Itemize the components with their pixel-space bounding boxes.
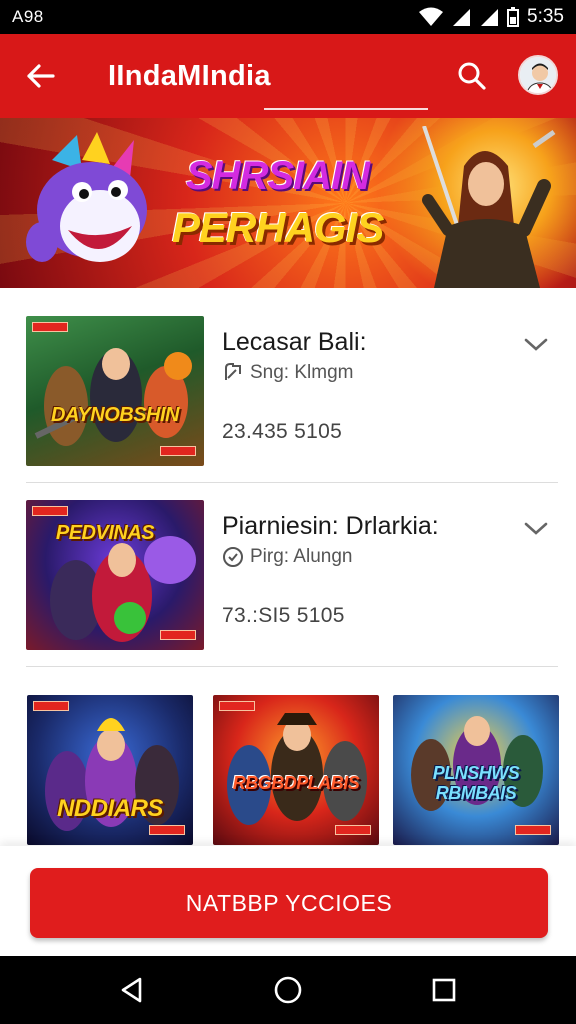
banner-title-line2: PERHAGIS <box>172 204 384 251</box>
link-icon <box>225 363 241 380</box>
grid-card-label: PLNSHWS RBMBAIS <box>432 763 520 803</box>
status-bar: A98 5:35 <box>0 0 576 34</box>
arrow-left-icon <box>27 64 55 88</box>
mascot-character-icon <box>26 132 147 262</box>
thumbnail-tag <box>160 630 196 640</box>
grid-card[interactable]: NDDIARS <box>27 695 193 845</box>
nav-back-button[interactable] <box>112 970 152 1010</box>
app-bar: IIndaMIndia <box>0 34 576 118</box>
wifi-icon <box>419 7 444 26</box>
item-name: Lecasar Bali: <box>222 328 367 356</box>
title-underline <box>264 108 428 110</box>
nav-home-button[interactable] <box>268 970 308 1010</box>
search-icon <box>458 62 486 90</box>
item-meta-text: Pirg: Alungn <box>250 546 353 567</box>
grid-card[interactable]: RBGBDPLABIS <box>213 695 379 845</box>
circle-home-icon <box>274 976 302 1004</box>
system-nav-bar <box>0 956 576 1024</box>
grid-card[interactable]: PLNSHWS RBMBAIS <box>393 695 559 845</box>
square-recents-icon <box>432 978 456 1002</box>
banner-title-line1: SHRSIAIN <box>186 154 370 198</box>
grid-card-label: NDDIARS <box>57 795 163 822</box>
list-divider <box>26 482 558 483</box>
signal-icon <box>453 9 471 26</box>
thumbnail-tag <box>33 701 69 711</box>
game-thumbnail: PEDVINAS <box>26 500 204 650</box>
avatar-icon <box>520 57 556 93</box>
status-left-text: A98 <box>12 7 44 26</box>
thumbnail-label: DAYNOBSHIN <box>51 404 179 426</box>
item-name: Piarniesin: Drlarkia: <box>222 512 439 540</box>
chevron-down-icon[interactable] <box>522 516 550 540</box>
chevron-down-icon[interactable] <box>522 332 550 356</box>
characters-art <box>227 713 367 825</box>
characters-art <box>34 348 192 446</box>
thumbnail-tag <box>160 446 196 456</box>
item-stats: 73.:SI5 5105 <box>222 604 345 627</box>
primary-action-button[interactable]: NATBBP YCCIOES <box>30 868 548 938</box>
list-divider <box>26 666 558 667</box>
clock-icon <box>223 547 243 567</box>
item-meta: Pirg: Alungn <box>222 546 352 568</box>
list-item[interactable]: PEDVINAS Piarniesin: Drlarkia: Pirg: Alu… <box>26 500 550 650</box>
thumbnail-tag <box>335 825 371 835</box>
thumbnail-tag <box>149 825 185 835</box>
thumbnail-tag <box>32 322 68 332</box>
back-button[interactable] <box>0 34 80 118</box>
battery-icon <box>507 7 520 27</box>
search-button[interactable] <box>448 52 496 100</box>
thumbnail-tag <box>32 506 68 516</box>
item-meta: Sng: Klmgm <box>222 362 353 384</box>
list-item[interactable]: DAYNOBSHIN Lecasar Bali: Sng: Klmgm 23.4… <box>26 316 550 466</box>
game-thumbnail: DAYNOBSHIN <box>26 316 204 466</box>
item-stats: 23.435 5105 <box>222 420 343 443</box>
signal-icon-2 <box>481 9 499 26</box>
promo-banner[interactable]: SHRSIAIN PERHAGIS <box>0 118 576 288</box>
thumbnail-label: PEDVINAS <box>55 522 155 544</box>
status-time: 5:35 <box>527 6 564 27</box>
primary-action-label: NATBBP YCCIOES <box>185 889 393 916</box>
nav-recents-button[interactable] <box>424 970 464 1010</box>
thumbnail-tag <box>515 825 551 835</box>
app-title: IIndaMIndia <box>108 59 271 92</box>
thumbnail-tag <box>219 701 255 711</box>
item-meta-text: Sng: Klmgm <box>250 362 354 383</box>
avatar[interactable] <box>518 55 558 95</box>
heroine-character-icon <box>422 126 556 288</box>
grid-card-label: RBGBDPLABIS <box>232 773 360 793</box>
triangle-back-icon <box>121 977 142 1003</box>
